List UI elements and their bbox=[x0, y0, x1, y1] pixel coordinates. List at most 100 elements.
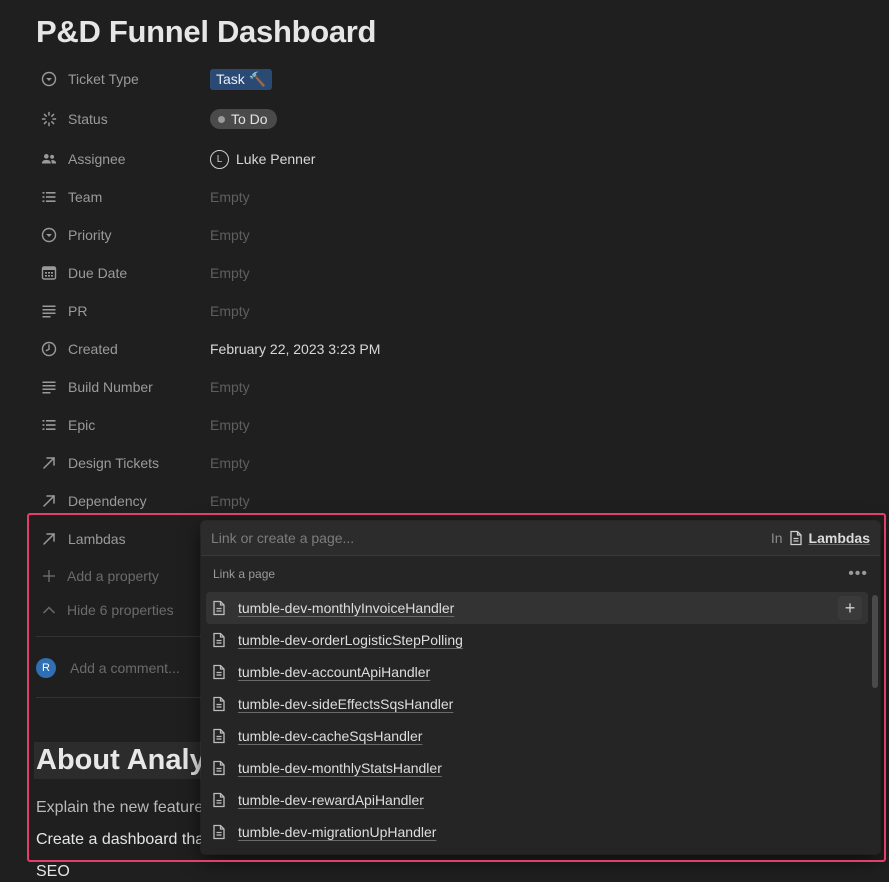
page-link[interactable]: tumble-dev-rewardApiHandler bbox=[238, 792, 862, 808]
property-value[interactable]: To Do bbox=[210, 109, 277, 129]
document-icon bbox=[212, 599, 230, 617]
property-label: Ticket Type bbox=[68, 71, 139, 87]
property-row-epic[interactable]: Epic Empty bbox=[36, 410, 856, 440]
hide-properties-button[interactable]: Hide 6 properties bbox=[36, 602, 174, 618]
assignee-name[interactable]: Luke Penner bbox=[236, 151, 315, 167]
hide-properties-label: Hide 6 properties bbox=[67, 602, 174, 618]
page-link[interactable]: tumble-dev-monthlyStatsHandler bbox=[238, 760, 862, 776]
divider bbox=[36, 697, 206, 698]
list-item[interactable]: tumble-dev-accountApiHandler bbox=[206, 656, 868, 688]
property-row-assignee[interactable]: Assignee L Luke Penner bbox=[36, 144, 856, 174]
add-page-button[interactable]: + bbox=[838, 596, 862, 620]
status-tag[interactable]: To Do bbox=[210, 109, 277, 129]
property-row-status[interactable]: Status To Do bbox=[36, 104, 856, 134]
property-name[interactable]: PR bbox=[36, 296, 210, 326]
comment-row[interactable]: R Add a comment... bbox=[36, 658, 180, 678]
property-value[interactable]: Empty bbox=[210, 379, 250, 395]
chevron-up-icon bbox=[38, 602, 60, 618]
document-icon bbox=[212, 695, 230, 713]
property-name[interactable]: Design Tickets bbox=[36, 448, 210, 478]
property-value[interactable]: Empty bbox=[210, 417, 250, 433]
page-link[interactable]: tumble-dev-monthlyInvoiceHandler bbox=[238, 600, 838, 616]
property-name[interactable]: Assignee bbox=[36, 144, 210, 174]
property-label: Created bbox=[68, 341, 118, 357]
list-item[interactable]: tumble-dev-sideEffectsSqsHandler bbox=[206, 688, 868, 720]
property-name[interactable]: Ticket Type bbox=[36, 64, 210, 94]
page-link[interactable]: tumble-dev-orderLogisticStepPolling bbox=[238, 632, 862, 648]
scrollbar[interactable] bbox=[872, 595, 878, 688]
list-item[interactable]: tumble-dev-monthlyStatsHandler bbox=[206, 752, 868, 784]
link-page-search-input[interactable] bbox=[211, 530, 771, 546]
property-name[interactable]: Build Number bbox=[36, 372, 210, 402]
property-label: Build Number bbox=[68, 379, 153, 395]
property-name[interactable]: Status bbox=[36, 104, 210, 134]
calendar-icon bbox=[38, 264, 60, 282]
list-item[interactable]: tumble-dev-cacheSqsHandler bbox=[206, 720, 868, 752]
property-name[interactable]: Lambdas bbox=[36, 524, 210, 554]
property-name[interactable]: Priority bbox=[36, 220, 210, 250]
property-value[interactable]: Empty bbox=[210, 303, 250, 319]
people-icon bbox=[38, 150, 60, 168]
property-label: Status bbox=[68, 111, 108, 127]
property-value[interactable]: Empty bbox=[210, 493, 250, 509]
list-item[interactable]: tumble-dev-rewardApiHandler bbox=[206, 784, 868, 816]
property-value[interactable]: Task 🔨 bbox=[210, 68, 273, 90]
property-name[interactable]: Due Date bbox=[36, 258, 210, 288]
property-name[interactable]: Created bbox=[36, 334, 210, 364]
list-item[interactable]: tumble-dev-monthlyInvoiceHandler + bbox=[206, 592, 868, 624]
property-value[interactable]: Empty bbox=[210, 265, 250, 281]
avatar: L bbox=[210, 149, 229, 169]
document-icon bbox=[212, 727, 230, 745]
property-value[interactable]: Empty bbox=[210, 189, 250, 205]
page-link[interactable]: tumble-dev-accountApiHandler bbox=[238, 664, 862, 680]
clock-icon bbox=[38, 340, 60, 358]
property-name[interactable]: Epic bbox=[36, 410, 210, 440]
page-link[interactable]: tumble-dev-cacheSqsHandler bbox=[238, 728, 862, 744]
document-icon bbox=[789, 530, 802, 546]
avatar: R bbox=[36, 658, 56, 678]
list-item[interactable]: tumble-dev-orderLogisticStepPolling bbox=[206, 624, 868, 656]
database-link[interactable]: Lambdas bbox=[789, 530, 870, 546]
add-property-button[interactable]: Add a property bbox=[36, 568, 159, 584]
property-row-build-number[interactable]: Build Number Empty bbox=[36, 372, 856, 402]
property-row-dependency[interactable]: Dependency Empty bbox=[36, 486, 856, 516]
property-row-pr[interactable]: PR Empty bbox=[36, 296, 856, 326]
property-name[interactable]: Team bbox=[36, 182, 210, 212]
property-row-due-date[interactable]: Due Date Empty bbox=[36, 258, 856, 288]
ticket-type-tag[interactable]: Task 🔨 bbox=[210, 68, 273, 90]
page-link[interactable]: tumble-dev-sideEffectsSqsHandler bbox=[238, 696, 862, 712]
divider bbox=[36, 636, 206, 637]
link-page-popup: In Lambdas Link a page ••• tumble-dev-mo… bbox=[201, 521, 880, 854]
property-value[interactable]: Empty bbox=[210, 455, 250, 471]
text-lines-icon bbox=[38, 378, 60, 396]
database-name: Lambdas bbox=[808, 530, 870, 546]
page-title: P&D Funnel Dashboard bbox=[36, 14, 377, 49]
more-options-icon[interactable]: ••• bbox=[848, 565, 868, 583]
property-value[interactable]: Empty bbox=[210, 227, 250, 243]
section-label: Link a page bbox=[213, 567, 276, 581]
property-row-team[interactable]: Team Empty bbox=[36, 182, 856, 212]
body-text: Explain the new feature bbox=[36, 799, 204, 816]
document-icon bbox=[212, 791, 230, 809]
chevron-circle-icon bbox=[38, 70, 60, 88]
property-label: Lambdas bbox=[68, 531, 126, 547]
property-row-created[interactable]: Created February 22, 2023 3:23 PM bbox=[36, 334, 856, 364]
property-row-ticket-type[interactable]: Ticket Type Task 🔨 bbox=[36, 64, 856, 94]
page-link[interactable]: tumble-dev-migrationUpHandler bbox=[238, 824, 862, 840]
relation-arrow-icon bbox=[38, 530, 60, 548]
add-property-label: Add a property bbox=[67, 568, 159, 584]
property-label: PR bbox=[68, 303, 88, 319]
property-name[interactable]: Dependency bbox=[36, 486, 210, 516]
section-heading: About Analy bbox=[34, 742, 204, 779]
property-row-design-tickets[interactable]: Design Tickets Empty bbox=[36, 448, 856, 478]
document-icon bbox=[212, 759, 230, 777]
relation-arrow-icon bbox=[38, 492, 60, 510]
property-value[interactable]: L Luke Penner bbox=[210, 149, 315, 169]
property-row-priority[interactable]: Priority Empty bbox=[36, 220, 856, 250]
list-item[interactable]: tumble-dev-migrationUpHandler bbox=[206, 816, 868, 848]
popup-section-header: Link a page ••• bbox=[201, 556, 880, 592]
status-dot-icon bbox=[218, 115, 225, 123]
property-value: February 22, 2023 3:23 PM bbox=[210, 341, 381, 357]
relation-arrow-icon bbox=[38, 454, 60, 472]
comment-input[interactable]: Add a comment... bbox=[70, 660, 180, 676]
